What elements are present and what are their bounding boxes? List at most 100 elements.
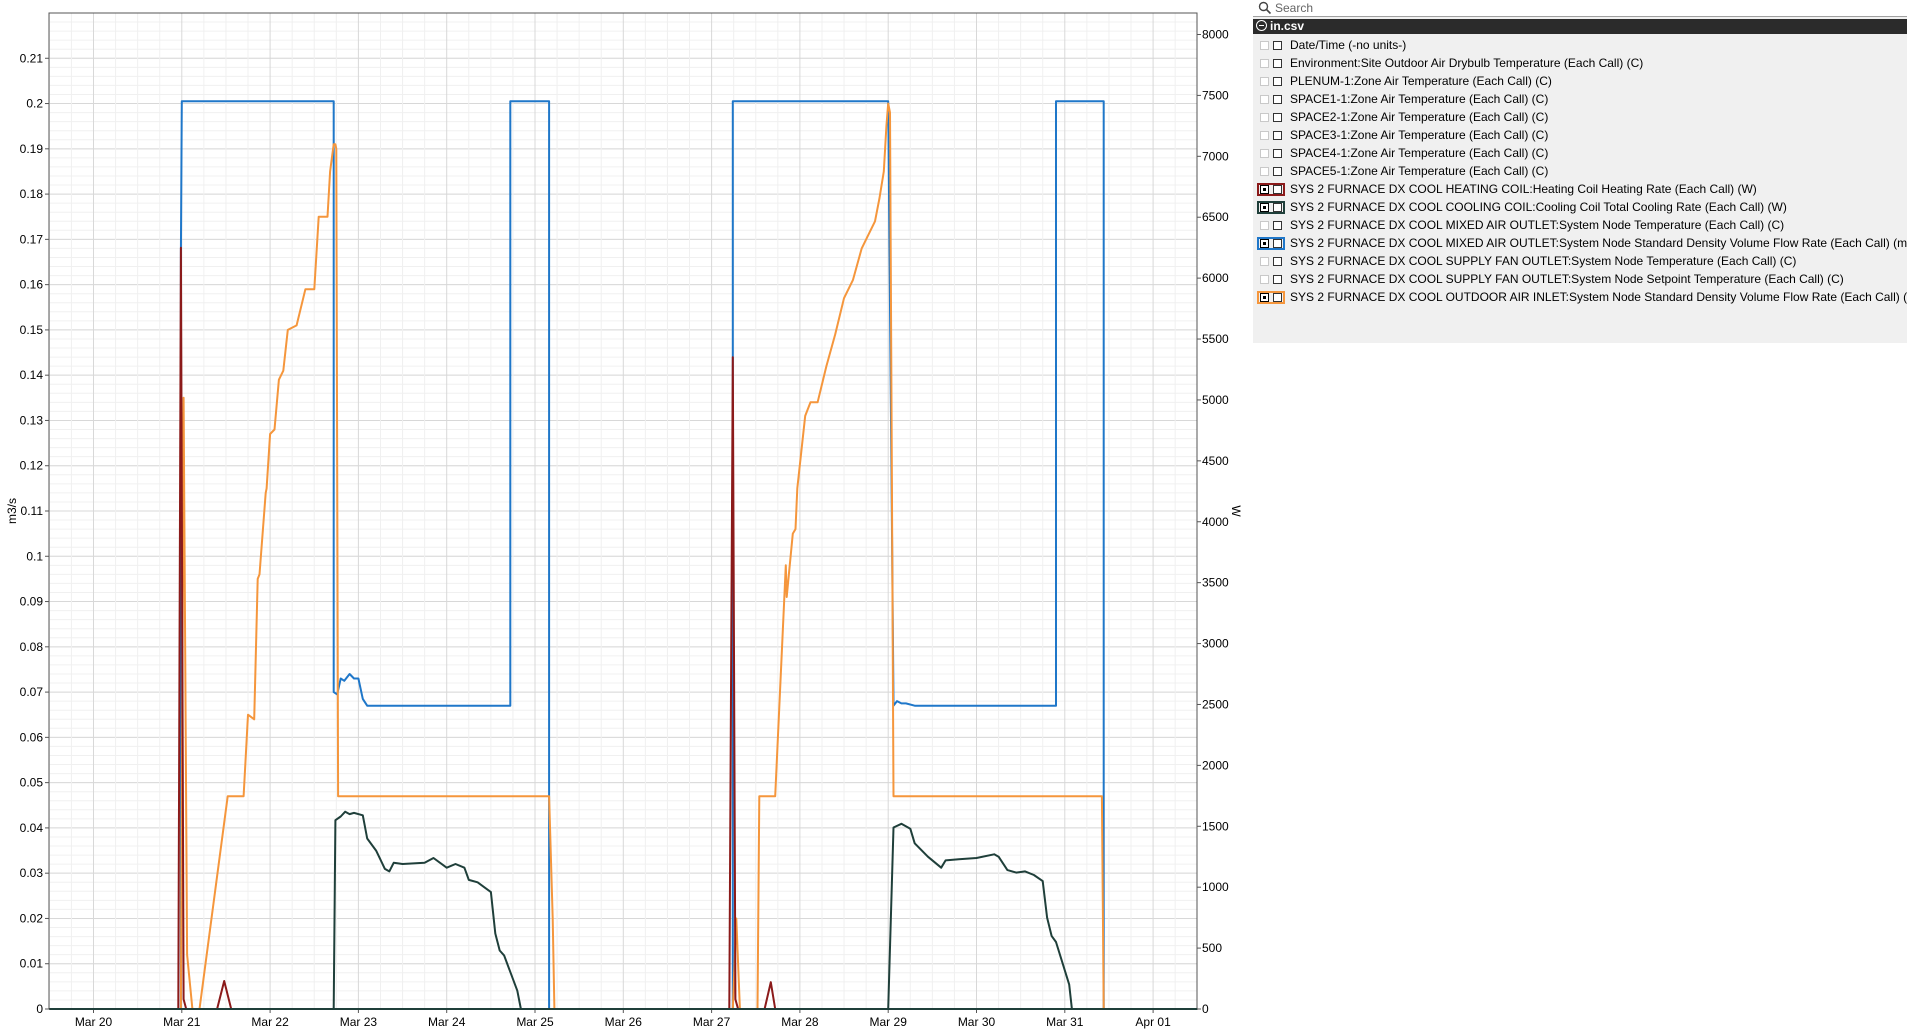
search-box[interactable] bbox=[1253, 0, 1907, 17]
series-item[interactable]: SYS 2 FURNACE DX COOL HEATING COIL:Heati… bbox=[1253, 181, 1907, 199]
y-tick-label: 0.01 bbox=[20, 957, 44, 971]
series-item[interactable]: Environment:Site Outdoor Air Drybulb Tem… bbox=[1253, 55, 1907, 73]
select-checkbox[interactable] bbox=[1273, 95, 1282, 104]
series-item[interactable]: PLENUM-1:Zone Air Temperature (Each Call… bbox=[1253, 73, 1907, 91]
series-item[interactable]: SYS 2 FURNACE DX COOL OUTDOOR AIR INLET:… bbox=[1253, 289, 1907, 307]
series-color-swatch bbox=[1257, 39, 1285, 52]
y-tick-label: 0.03 bbox=[20, 866, 44, 880]
plot-checkbox[interactable] bbox=[1260, 149, 1269, 158]
select-checkbox[interactable] bbox=[1273, 149, 1282, 158]
series-label: SYS 2 FURNACE DX COOL SUPPLY FAN OUTLET:… bbox=[1290, 272, 1844, 286]
series-color-swatch bbox=[1257, 183, 1285, 196]
y2-tick-label: 5500 bbox=[1202, 332, 1229, 346]
y2-tick-label: 7500 bbox=[1202, 88, 1229, 102]
y-tick-label: 0.17 bbox=[20, 232, 44, 246]
x-tick-label: Mar 30 bbox=[958, 1015, 996, 1029]
select-checkbox[interactable] bbox=[1273, 113, 1282, 122]
y-tick-label: 0.04 bbox=[20, 821, 44, 835]
plot-checkbox[interactable] bbox=[1260, 59, 1269, 68]
select-checkbox[interactable] bbox=[1273, 275, 1282, 284]
plot-checkbox[interactable] bbox=[1260, 185, 1269, 194]
collapse-icon[interactable] bbox=[1256, 20, 1267, 31]
search-input[interactable] bbox=[1275, 0, 1895, 15]
series-color-swatch bbox=[1257, 291, 1285, 304]
series-item[interactable]: SYS 2 FURNACE DX COOL SUPPLY FAN OUTLET:… bbox=[1253, 253, 1907, 271]
x-tick-label: Mar 26 bbox=[605, 1015, 643, 1029]
series-item[interactable]: SYS 2 FURNACE DX COOL MIXED AIR OUTLET:S… bbox=[1253, 217, 1907, 235]
series-color-swatch bbox=[1257, 147, 1285, 160]
series-list: Date/Time (-no units-) Environment:Site O… bbox=[1253, 37, 1907, 307]
series-color-swatch bbox=[1257, 201, 1285, 214]
series-label: SYS 2 FURNACE DX COOL COOLING COIL:Cooli… bbox=[1290, 200, 1787, 214]
plot-checkbox[interactable] bbox=[1260, 203, 1269, 212]
y2-tick-label: 6000 bbox=[1202, 271, 1229, 285]
plot-checkbox[interactable] bbox=[1260, 221, 1269, 230]
series-label: SPACE5-1:Zone Air Temperature (Each Call… bbox=[1290, 164, 1549, 178]
plot-checkbox[interactable] bbox=[1260, 77, 1269, 86]
series-item[interactable]: SPACE5-1:Zone Air Temperature (Each Call… bbox=[1253, 163, 1907, 181]
plot-checkbox[interactable] bbox=[1260, 293, 1269, 302]
y-tick-label: 0.08 bbox=[20, 640, 44, 654]
y2-tick-label: 500 bbox=[1202, 941, 1222, 955]
series-label: PLENUM-1:Zone Air Temperature (Each Call… bbox=[1290, 74, 1552, 88]
series-color-swatch bbox=[1257, 237, 1285, 250]
series-item[interactable]: SYS 2 FURNACE DX COOL SUPPLY FAN OUTLET:… bbox=[1253, 271, 1907, 289]
y2-tick-label: 4000 bbox=[1202, 515, 1229, 529]
y-tick-label: 0.05 bbox=[20, 776, 44, 790]
series-color-swatch bbox=[1257, 75, 1285, 88]
plot-checkbox[interactable] bbox=[1260, 239, 1269, 248]
select-checkbox[interactable] bbox=[1273, 41, 1282, 50]
select-checkbox[interactable] bbox=[1273, 77, 1282, 86]
select-checkbox[interactable] bbox=[1273, 131, 1282, 140]
search-icon bbox=[1258, 1, 1272, 15]
plot-checkbox[interactable] bbox=[1260, 113, 1269, 122]
series-item[interactable]: Date/Time (-no units-) bbox=[1253, 37, 1907, 55]
plot-checkbox[interactable] bbox=[1260, 167, 1269, 176]
select-checkbox[interactable] bbox=[1273, 167, 1282, 176]
y2-tick-label: 0 bbox=[1202, 1002, 1209, 1016]
plot-checkbox[interactable] bbox=[1260, 95, 1269, 104]
y-tick-label: 0.13 bbox=[20, 413, 44, 427]
x-tick-label: Mar 22 bbox=[251, 1015, 289, 1029]
series-item[interactable]: SPACE3-1:Zone Air Temperature (Each Call… bbox=[1253, 127, 1907, 145]
y2-tick-label: 6500 bbox=[1202, 210, 1229, 224]
plot-checkbox[interactable] bbox=[1260, 257, 1269, 266]
series-label: SYS 2 FURNACE DX COOL OUTDOOR AIR INLET:… bbox=[1290, 290, 1907, 304]
series-label: SYS 2 FURNACE DX COOL MIXED AIR OUTLET:S… bbox=[1290, 236, 1907, 250]
select-checkbox[interactable] bbox=[1273, 185, 1282, 194]
y-tick-label: 0.15 bbox=[20, 323, 44, 337]
select-checkbox[interactable] bbox=[1273, 221, 1282, 230]
x-tick-label: Mar 20 bbox=[75, 1015, 113, 1029]
y-tick-label: 0.09 bbox=[20, 595, 44, 609]
select-checkbox[interactable] bbox=[1273, 257, 1282, 266]
chart-panel: 0 0.01 0.02 0.03 0.04 0.05 0.06 0.07 0.08 0.09 0.1… bbox=[0, 0, 1250, 1035]
plot-checkbox[interactable] bbox=[1260, 275, 1269, 284]
y2-tick-label: 2500 bbox=[1202, 697, 1229, 711]
select-checkbox[interactable] bbox=[1273, 59, 1282, 68]
select-checkbox[interactable] bbox=[1273, 203, 1282, 212]
select-checkbox[interactable] bbox=[1273, 239, 1282, 248]
series-item[interactable]: SYS 2 FURNACE DX COOL MIXED AIR OUTLET:S… bbox=[1253, 235, 1907, 253]
series-item[interactable]: SPACE1-1:Zone Air Temperature (Each Call… bbox=[1253, 91, 1907, 109]
y2-tick-label: 3500 bbox=[1202, 576, 1229, 590]
series-item[interactable]: SYS 2 FURNACE DX COOL COOLING COIL:Cooli… bbox=[1253, 199, 1907, 217]
y-tick-label: 0.11 bbox=[21, 504, 44, 518]
y-tick-label: 0.18 bbox=[20, 187, 44, 201]
plot-checkbox[interactable] bbox=[1260, 131, 1269, 140]
y-tick-label: 0.16 bbox=[20, 278, 44, 292]
series-label: SPACE2-1:Zone Air Temperature (Each Call… bbox=[1290, 110, 1549, 124]
file-group-header[interactable]: in.csv bbox=[1253, 19, 1907, 34]
series-color-swatch bbox=[1257, 93, 1285, 106]
series-item[interactable]: SPACE2-1:Zone Air Temperature (Each Call… bbox=[1253, 109, 1907, 127]
y2-tick-label: 1500 bbox=[1202, 819, 1229, 833]
x-tick-label: Apr 01 bbox=[1135, 1015, 1171, 1029]
x-tick-label: Mar 25 bbox=[516, 1015, 554, 1029]
select-checkbox[interactable] bbox=[1273, 293, 1282, 302]
y-tick-label: 0.06 bbox=[20, 730, 44, 744]
plot-checkbox[interactable] bbox=[1260, 41, 1269, 50]
series-color-swatch bbox=[1257, 57, 1285, 70]
y-tick-label: 0.1 bbox=[26, 549, 43, 563]
y-tick-label: 0 bbox=[36, 1002, 43, 1016]
series-item[interactable]: SPACE4-1:Zone Air Temperature (Each Call… bbox=[1253, 145, 1907, 163]
series-color-swatch bbox=[1257, 165, 1285, 178]
